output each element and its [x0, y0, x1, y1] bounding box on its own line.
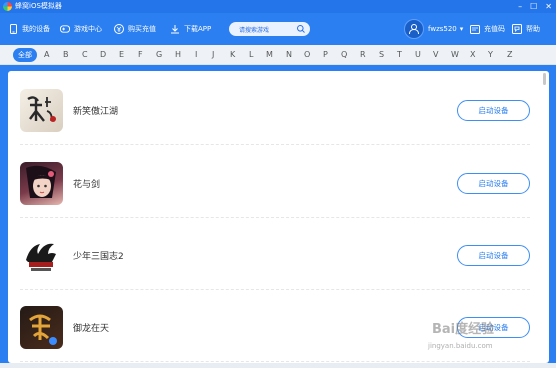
list-item: 新笑傲江湖 启动设备: [20, 73, 530, 145]
filter-letter[interactable]: N: [286, 49, 292, 61]
filter-letter[interactable]: Z: [507, 49, 512, 61]
yulong-zaitian-game-icon: [20, 306, 63, 349]
nav-purchase[interactable]: 购买充值: [114, 23, 156, 35]
filter-letter[interactable]: A: [44, 49, 49, 61]
filter-letter[interactable]: X: [470, 49, 475, 61]
filter-letter[interactable]: I: [195, 49, 197, 61]
minimize-button[interactable]: –: [518, 1, 522, 12]
nav-my-devices[interactable]: 我的设备: [8, 23, 50, 35]
filter-letter[interactable]: S: [379, 49, 384, 61]
user-menu[interactable]: fwzs520 ▾: [428, 25, 463, 33]
window-controls: – ☐ ✕: [518, 1, 552, 12]
launch-device-button[interactable]: 启动设备: [457, 100, 530, 121]
filter-letter[interactable]: P: [323, 49, 328, 61]
watermark-url: jingyan.baidu.com: [428, 342, 493, 350]
filter-letter[interactable]: C: [82, 49, 88, 61]
recharge-code-button[interactable]: 充值码: [470, 23, 505, 35]
game-name: 少年三国志2: [73, 252, 124, 262]
help-button[interactable]: 帮助: [512, 23, 540, 35]
filter-letter[interactable]: E: [119, 49, 124, 61]
game-name: 新笑傲江湖: [73, 107, 119, 117]
filter-letter[interactable]: J: [212, 49, 214, 61]
nav-download-app[interactable]: 下载APP: [170, 23, 211, 35]
close-button[interactable]: ✕: [545, 1, 552, 12]
filter-all[interactable]: 全部: [13, 48, 37, 62]
launch-device-button[interactable]: 启动设备: [457, 173, 530, 194]
xiaoao-jianghu-game-icon: [20, 89, 63, 132]
filter-letter[interactable]: H: [175, 49, 181, 61]
shaonian-sanguozhi-game-icon: [20, 234, 63, 277]
avatar[interactable]: [404, 19, 424, 39]
filter-letter[interactable]: Y: [488, 49, 493, 61]
filter-letter[interactable]: M: [266, 49, 273, 61]
username: fwzs520: [428, 25, 457, 33]
filter-letter[interactable]: W: [451, 49, 459, 61]
filter-letter[interactable]: V: [433, 49, 438, 61]
launch-device-button[interactable]: 启动设备: [457, 245, 530, 266]
phone-icon: [8, 24, 18, 34]
list-item: 少年三国志2 启动设备: [20, 218, 530, 290]
card-icon: [470, 24, 480, 34]
window-title: 蜂窝iOS模拟器: [15, 2, 62, 10]
footer-bar: [0, 363, 556, 368]
filter-letter[interactable]: O: [304, 49, 310, 61]
app-logo-icon: [3, 2, 12, 11]
filter-letter[interactable]: F: [138, 49, 143, 61]
help-icon: [512, 24, 522, 34]
top-nav: 我的设备 游戏中心 购买充值 下载APP 请搜索游戏 fwzs520 ▾ 充值码…: [0, 13, 556, 45]
user-icon: [409, 24, 419, 35]
alphabet-filter: 全部 A B C D E F G H I J K L M N O P Q R S…: [0, 45, 556, 65]
chevron-down-icon: ▾: [459, 25, 464, 33]
search-icon[interactable]: [296, 24, 306, 34]
nav-game-center[interactable]: 游戏中心: [60, 23, 102, 35]
filter-letter[interactable]: R: [360, 49, 366, 61]
game-name: 花与剑: [73, 180, 101, 190]
filter-letter[interactable]: L: [249, 49, 253, 61]
purchase-icon: [114, 24, 124, 34]
maximize-button[interactable]: ☐: [530, 1, 537, 12]
list-item: 花与剑 启动设备: [20, 146, 530, 218]
filter-letter[interactable]: G: [156, 49, 162, 61]
filter-letter[interactable]: B: [63, 49, 69, 61]
game-name: 御龙在天: [73, 324, 110, 334]
gamepad-icon: [60, 24, 70, 34]
download-icon: [170, 24, 180, 34]
filter-letter[interactable]: K: [230, 49, 235, 61]
scrollbar[interactable]: [543, 73, 546, 85]
filter-letter[interactable]: Q: [341, 49, 347, 61]
filter-letter[interactable]: D: [100, 49, 106, 61]
search-input[interactable]: 请搜索游戏: [229, 22, 310, 36]
watermark-brand: Bai度经验: [432, 322, 495, 337]
filter-letter[interactable]: T: [397, 49, 402, 61]
title-bar: 蜂窝iOS模拟器 – ☐ ✕: [0, 0, 556, 13]
filter-letter[interactable]: U: [415, 49, 421, 61]
hua-yu-jian-game-icon: [20, 162, 63, 205]
